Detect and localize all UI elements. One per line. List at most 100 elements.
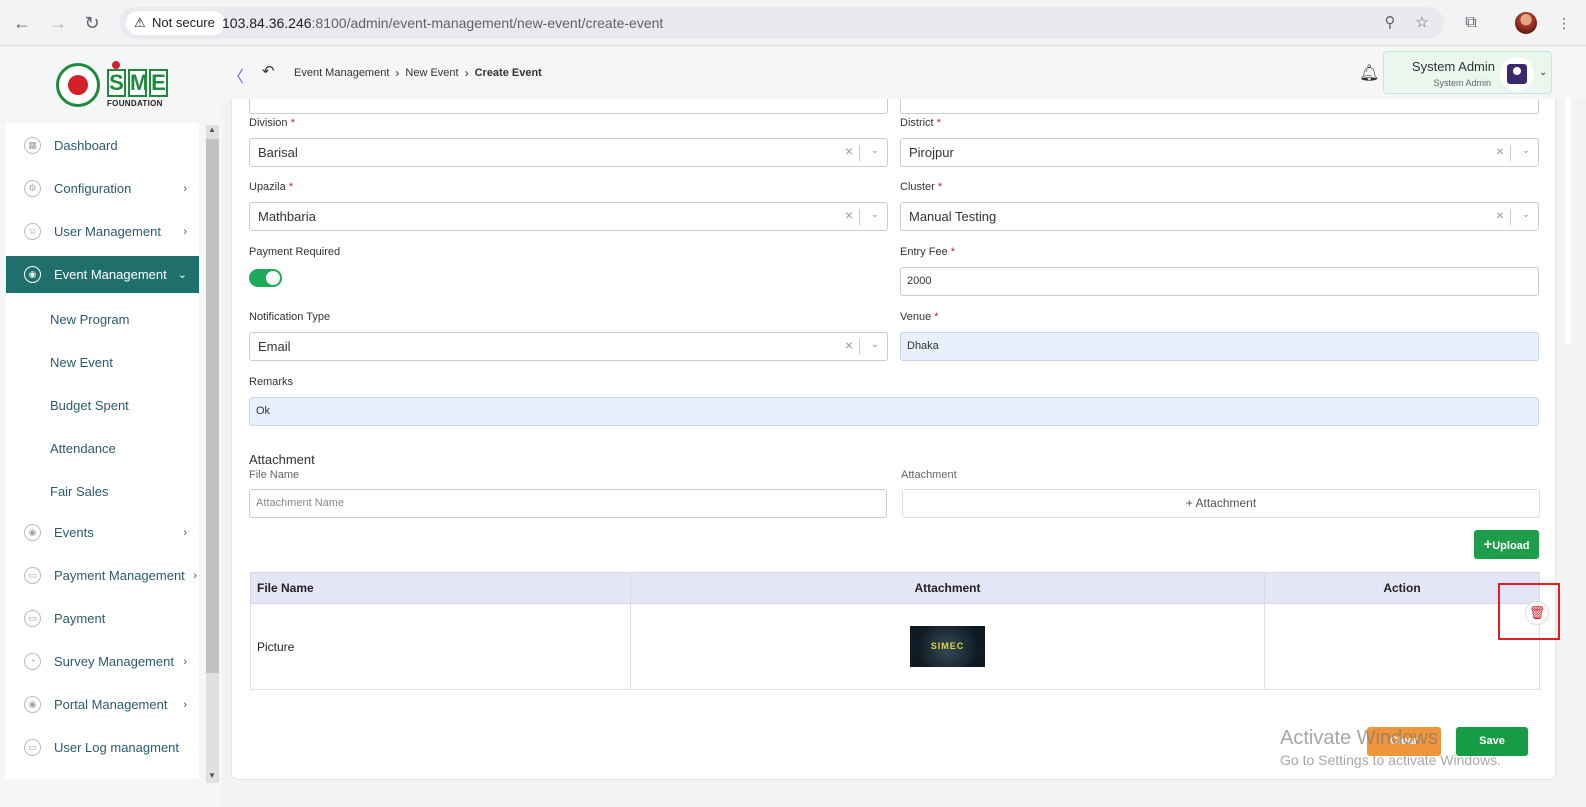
attachment-name-input[interactable]: Attachment Name	[249, 489, 887, 518]
address-bar[interactable]: ⚠ Not secure 103.84.36.246:8100/admin/ev…	[120, 7, 1444, 39]
notification-type-value: Email	[258, 339, 291, 354]
sidebar-item-payment-management[interactable]: ▭ Payment Management ›	[6, 557, 199, 594]
menu-dots-icon[interactable]: ⋮	[1552, 11, 1576, 35]
star-icon[interactable]: ☆	[1410, 11, 1434, 35]
clear-icon[interactable]: ×	[845, 337, 853, 353]
sidebar-subitem-budget-spent[interactable]: Budget Spent	[50, 398, 129, 413]
payment-required-toggle[interactable]	[249, 269, 282, 287]
back-icon[interactable]: ←	[10, 11, 34, 35]
sidebar-item-label: User Log managment	[54, 740, 180, 755]
chevron-down-icon[interactable]: ⌄	[871, 339, 879, 350]
district-select[interactable]: Pirojpur × ⌄	[900, 138, 1539, 167]
bell-icon[interactable]: 🔔︎	[1359, 63, 1379, 83]
sidebar-subitem-new-program[interactable]: New Program	[50, 312, 129, 327]
entry-fee-input[interactable]: 2000	[900, 267, 1539, 296]
save-button[interactable]: Save	[1456, 727, 1528, 756]
sme-logo[interactable]: SME FOUNDATION	[56, 61, 176, 111]
sidebar-subitem-new-event[interactable]: New Event	[50, 355, 113, 370]
previous-field-right[interactable]	[900, 99, 1539, 114]
sidebar-item-label: Events	[54, 525, 94, 540]
extensions-icon[interactable]: ⧉	[1459, 11, 1483, 35]
breadcrumb-new-event[interactable]: New Event	[405, 67, 458, 79]
create-event-form: Division * Barisal × ⌄ District * Pirojp…	[231, 99, 1556, 780]
chevron-down-icon[interactable]: ⌄	[1539, 67, 1547, 78]
venue-input[interactable]: Dhaka	[900, 332, 1539, 361]
user-menu[interactable]: System Admin System Admin ⌄	[1383, 51, 1552, 94]
pie-chart-icon: ◔	[24, 653, 41, 670]
reload-icon[interactable]: ↻	[80, 11, 104, 35]
url-text[interactable]: 103.84.36.246:8100/admin/event-managemen…	[222, 7, 663, 39]
chevron-right-icon: ›	[395, 66, 400, 80]
sidebar-item-survey-management[interactable]: ◔ Survey Management ›	[6, 643, 199, 680]
sidebar-item-event-management[interactable]: ◉ Event Management ⌄	[6, 256, 199, 293]
select-divider	[859, 209, 860, 225]
breadcrumb: Event Management › New Event › Create Ev…	[294, 66, 542, 80]
scroll-up-icon[interactable]: ▲	[208, 125, 216, 134]
sidebar-item-events[interactable]: ◉ Events ›	[6, 514, 199, 551]
sidebar-scroll-thumb[interactable]	[206, 139, 219, 673]
table-row: Picture SIMEC	[250, 603, 1540, 690]
page-scrollbar[interactable]	[1565, 99, 1571, 344]
logo-dot	[112, 61, 120, 69]
select-divider	[1510, 145, 1511, 161]
user-name: System Admin	[1411, 59, 1495, 74]
sidebar-scrollbar[interactable]: ▲ ▼	[206, 125, 219, 783]
sidebar-subitem-attendance[interactable]: Attendance	[50, 441, 116, 456]
upazila-value: Mathbaria	[258, 209, 316, 224]
cluster-label: Cluster *	[900, 181, 943, 193]
sidebar-item-configuration[interactable]: ⚙ Configuration ›	[6, 170, 199, 207]
payment-icon: ▭	[24, 610, 41, 627]
chevron-down-icon[interactable]: ⌄	[1522, 145, 1530, 156]
sidebar-item-portal-management[interactable]: ◉ Portal Management ›	[6, 686, 199, 723]
upazila-select[interactable]: Mathbaria × ⌄	[249, 202, 888, 231]
security-label: Not secure	[152, 15, 215, 30]
clear-button[interactable]: Clear	[1367, 727, 1441, 756]
attachment-thumbnail[interactable]: SIMEC	[910, 626, 985, 667]
clear-icon[interactable]: ×	[845, 207, 853, 223]
collapse-sidebar-icon[interactable]: 〈	[228, 63, 244, 87]
clear-icon[interactable]: ×	[1496, 143, 1504, 159]
zoom-icon[interactable]: ⚲	[1378, 11, 1402, 35]
chevron-right-icon: ›	[183, 698, 187, 711]
payment-required-label: Payment Required	[249, 246, 341, 258]
user-avatar-icon	[1500, 57, 1534, 91]
sidebar-item-dashboard[interactable]: ▦ Dashboard	[6, 127, 199, 164]
division-select[interactable]: Barisal × ⌄	[249, 138, 888, 167]
cluster-value: Manual Testing	[909, 209, 997, 224]
log-icon: ▭	[24, 739, 41, 756]
security-chip[interactable]: ⚠ Not secure	[126, 11, 225, 35]
plus-icon: +	[1483, 536, 1493, 553]
breadcrumb-event-management[interactable]: Event Management	[294, 67, 389, 79]
undo-back-icon[interactable]: ↶	[262, 62, 275, 80]
clear-icon[interactable]: ×	[845, 143, 853, 159]
payment-icon: ▭	[24, 567, 41, 584]
sidebar-item-payment[interactable]: ▭ Payment	[6, 600, 199, 637]
forward-icon[interactable]: →	[46, 11, 70, 35]
previous-field-left[interactable]	[249, 99, 888, 114]
clear-icon[interactable]: ×	[1496, 207, 1504, 223]
sme-letters: SME	[107, 69, 168, 97]
district-value: Pirojpur	[909, 145, 954, 160]
chevron-down-icon[interactable]: ⌄	[871, 145, 879, 156]
url-host: 103.84.36.246	[222, 15, 312, 31]
chevron-down-icon[interactable]: ⌄	[1522, 209, 1530, 220]
notification-type-select[interactable]: Email × ⌄	[249, 332, 888, 361]
sidebar-subitem-fair-sales[interactable]: Fair Sales	[50, 484, 109, 499]
sidebar-item-label: Configuration	[54, 181, 132, 196]
remarks-input[interactable]: Ok	[249, 397, 1539, 426]
cluster-select[interactable]: Manual Testing × ⌄	[900, 202, 1539, 231]
file-name-label: File Name	[249, 469, 300, 481]
sidebar-item-user-log[interactable]: ▭ User Log managment	[6, 729, 199, 766]
chevron-right-icon: ›	[183, 526, 187, 539]
sidebar-item-user-management[interactable]: ☺ User Management ›	[6, 213, 199, 250]
profile-avatar[interactable]	[1515, 12, 1537, 34]
sidebar-item-label: Portal Management	[54, 697, 168, 712]
scroll-down-icon[interactable]: ▼	[208, 771, 216, 780]
add-attachment-button[interactable]: + Attachment	[902, 489, 1540, 518]
sidebar: SME FOUNDATION ▦ Dashboard ⚙ Configurati…	[0, 47, 222, 807]
select-divider	[859, 145, 860, 161]
trash-icon[interactable]: 🗑︎	[1525, 601, 1549, 625]
upload-button[interactable]: +Upload	[1474, 530, 1539, 559]
attachment-section-title: Attachment	[249, 452, 315, 467]
chevron-down-icon[interactable]: ⌄	[871, 209, 879, 220]
